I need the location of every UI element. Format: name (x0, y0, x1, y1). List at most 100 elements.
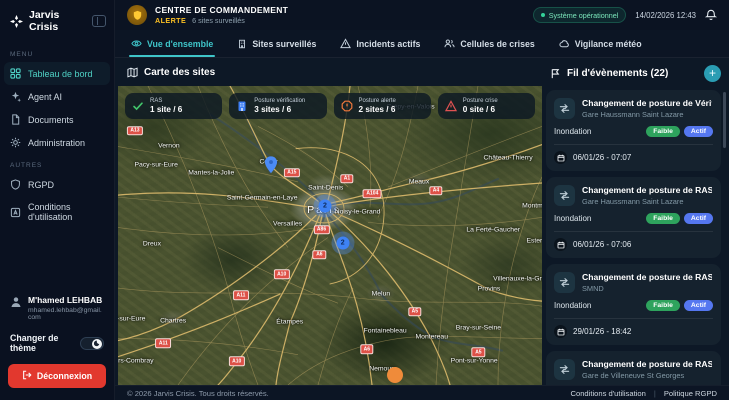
site-dot-marker[interactable] (387, 367, 403, 383)
tab-vigilance-meteo[interactable]: Vigilance météo (559, 30, 642, 57)
sidebar-section-menu: MENU (0, 43, 114, 62)
status-value: 1 site / 6 (150, 105, 182, 114)
map-markers: 22 (118, 86, 542, 385)
posture-change-icon (554, 359, 575, 380)
event-type: Inondation (554, 301, 642, 310)
event-site: Gare Haussmann Saint Lazare (582, 197, 712, 206)
sidebar-item-agent-ai[interactable]: Agent AI (0, 85, 114, 108)
event-card[interactable]: Changement de posture de Vérificati... G… (546, 90, 721, 171)
sites-map[interactable]: ParisVernonPacy-sur-EureMantes-la-JolieC… (118, 86, 542, 385)
sidebar-section-autres: AUTRES (0, 154, 114, 173)
command-shield-icon (127, 5, 147, 25)
events-scrollbar[interactable] (723, 92, 726, 148)
site-cluster-marker[interactable]: 2 (336, 236, 349, 249)
sidebar-item-tableau-de-bord[interactable]: Tableau de bord (4, 62, 110, 85)
brand-logo-icon (10, 15, 23, 28)
site-cluster-marker[interactable]: 2 (318, 200, 331, 213)
site-pin-marker[interactable] (263, 156, 278, 178)
sidebar-item-administration[interactable]: Administration (0, 131, 114, 154)
event-site: Gare de Villeneuve St Georges (582, 371, 712, 380)
map-title: Carte des sites (144, 67, 215, 78)
sidebar-item-documents[interactable]: Documents (0, 108, 114, 131)
alert-octagon-icon (341, 100, 353, 112)
event-title: Changement de posture de Vérificati... (582, 98, 712, 108)
status-label: Posture alerte (359, 98, 396, 104)
system-status-label: Système opérationnel (549, 11, 619, 20)
event-title: Changement de posture de RAS à Vér... (582, 272, 712, 282)
footer-link-rgpd[interactable]: Politique RGPD (664, 389, 717, 398)
calendar-icon (554, 238, 567, 251)
collapse-sidebar-icon[interactable] (92, 15, 106, 27)
theme-row: Changer de thème (0, 325, 114, 357)
bell-icon[interactable] (705, 9, 717, 21)
event-site: SMND (582, 284, 712, 293)
events-title: Fil d'évènements (22) (567, 68, 698, 79)
sidebar-item-label: Documents (28, 115, 74, 125)
event-type: Inondation (554, 127, 642, 136)
posture-change-icon (554, 98, 575, 119)
logout-icon (22, 370, 32, 382)
user-block[interactable]: M'hamed LEHBAB mhamed.lehbab@gmail.com (0, 289, 114, 325)
add-event-button[interactable]: + (704, 65, 721, 82)
status-value: 2 sites / 6 (359, 105, 396, 114)
sidebar-item-conditions[interactable]: Conditions d'utilisation (0, 196, 114, 228)
sidebar-item-label: Conditions d'utilisation (28, 202, 98, 222)
status-badge: Actif (684, 126, 713, 137)
tab-label: Vigilance météo (575, 39, 642, 49)
user-avatar-icon (10, 295, 22, 313)
shield-outline-icon (10, 179, 21, 190)
document-icon (10, 114, 21, 125)
status-value: 0 site / 6 (463, 105, 498, 114)
app-root: Jarvis Crisis MENU Tableau de bord Agent… (0, 0, 729, 400)
cloud-icon (559, 38, 570, 49)
footer-separator: | (654, 389, 656, 398)
alert-status-badge: ALERTE (155, 16, 186, 25)
tab-vue-densemble[interactable]: Vue d'ensemble (131, 30, 213, 57)
map-icon (127, 67, 138, 78)
building-icon (237, 39, 247, 49)
event-date: 06/01/26 - 07:06 (573, 240, 631, 249)
events-list: Changement de posture de Vérificati... G… (546, 90, 721, 385)
tab-incidents-actifs[interactable]: Incidents actifs (340, 30, 420, 57)
sidebar: Jarvis Crisis MENU Tableau de bord Agent… (0, 0, 115, 400)
building-status-icon (236, 100, 248, 112)
event-date: 29/01/26 - 18:42 (573, 327, 631, 336)
flag-icon (550, 68, 561, 79)
event-card[interactable]: Changement de posture de RAS à Vér... Ga… (546, 177, 721, 258)
tab-bar: Vue d'ensemble Sites surveillés Incident… (115, 30, 729, 58)
events-panel: Fil d'évènements (22) + Changement de po… (546, 58, 727, 385)
logout-button[interactable]: Déconnexion (8, 364, 106, 388)
event-divider (554, 318, 713, 319)
status-label: RAS (150, 98, 182, 104)
sidebar-item-label: Tableau de bord (28, 69, 93, 79)
event-card[interactable]: Changement de posture de RAS à Vér... SM… (546, 264, 721, 345)
warning-triangle-icon (340, 38, 351, 49)
system-status-badge: Système opérationnel (533, 7, 627, 23)
top-header: CENTRE DE COMMANDEMENT ALERTE 6 sites su… (115, 0, 729, 30)
status-label: Posture crise (463, 98, 498, 104)
status-value: 3 sites / 6 (254, 105, 305, 114)
map-panel: Carte des sites (118, 58, 542, 385)
sidebar-item-rgpd[interactable]: RGPD (0, 173, 114, 196)
theme-toggle[interactable] (80, 337, 104, 350)
tab-label: Vue d'ensemble (147, 39, 213, 49)
event-date: 06/01/26 - 07:07 (573, 153, 631, 162)
tab-cellules-de-crises[interactable]: Cellules de crises (444, 30, 534, 57)
datetime: 14/02/2026 12:43 (635, 11, 696, 20)
status-card-crise: Posture crise 0 site / 6 (438, 93, 535, 119)
eye-icon (131, 38, 142, 49)
terms-icon (10, 207, 21, 218)
event-card[interactable]: Changement de posture de RAS à Vér... Ga… (546, 351, 721, 385)
sidebar-item-label: Agent AI (28, 92, 62, 102)
brand-row: Jarvis Crisis (0, 0, 114, 43)
event-title: Changement de posture de RAS à Vér... (582, 185, 712, 195)
command-title: CENTRE DE COMMANDEMENT (155, 5, 288, 15)
posture-change-icon (554, 272, 575, 293)
crisis-triangle-icon (445, 100, 457, 112)
status-badge: Actif (684, 300, 713, 311)
severity-badge: Faible (646, 300, 680, 311)
logout-label: Déconnexion (37, 371, 92, 381)
footer-link-conditions[interactable]: Conditions d'utilisation (571, 389, 646, 398)
tab-sites-surveilles[interactable]: Sites surveillés (237, 30, 316, 57)
event-site: Gare Haussmann Saint Lazare (582, 110, 712, 119)
